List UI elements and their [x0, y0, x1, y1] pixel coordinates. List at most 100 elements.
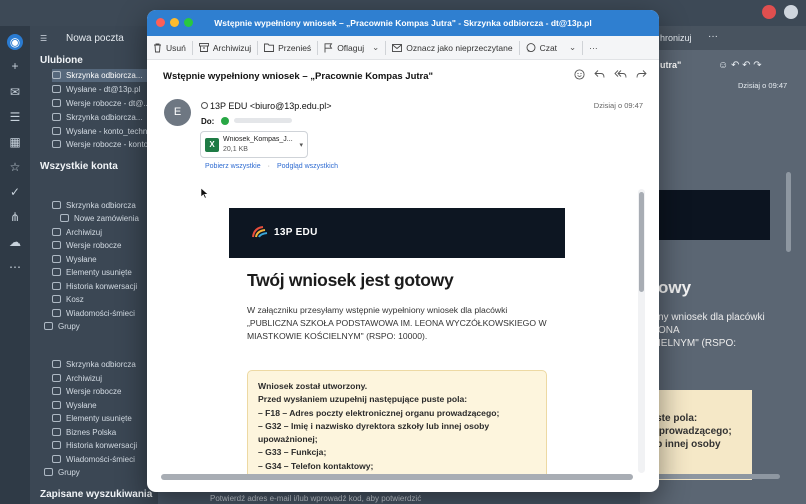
window-titlebar[interactable]: Wstępnie wypełniony wniosek – „Pracownie… — [147, 10, 659, 36]
new-mail-button[interactable]: Nowa poczta — [66, 32, 124, 45]
folder-item[interactable]: Archiwizuj — [52, 226, 102, 239]
reading-pane-text: ny wniosek dla placówki ONA IELNYM" (RSP… — [658, 312, 765, 349]
notice-line: – G33 – Funkcja; — [258, 447, 327, 458]
sidebar-toggle-icon[interactable]: ☰ — [40, 32, 47, 45]
folder-item[interactable]: Grupy — [44, 320, 80, 333]
sync-label[interactable]: hronizuj — [660, 33, 692, 43]
message-actions — [574, 69, 647, 80]
notice-line: – G32 – Imię i nazwisko dyrektora szkoły… — [258, 420, 490, 431]
chevron-down-icon[interactable]: ⌄ — [569, 42, 576, 53]
email-body: 13P EDU Twój wniosek jest gotowy W załąc… — [229, 208, 565, 478]
folder-sidebar: ☰ Nowa poczta Ulubione Skrzynka odbiorcz… — [30, 26, 158, 504]
folder-item[interactable]: Grupy — [44, 466, 80, 479]
close-window-icon[interactable] — [156, 18, 165, 27]
minimize-window-icon[interactable] — [170, 18, 179, 27]
more-icon[interactable]: ⋯ — [7, 259, 23, 275]
attachment[interactable]: X Wniosek_Kompas_J... 20,1 KB ▾ — [200, 131, 308, 158]
archive-icon — [198, 43, 209, 52]
folder-item[interactable]: Kosz — [52, 293, 84, 306]
download-all-link[interactable]: Pobierz wszystkie — [205, 163, 261, 170]
folder-item[interactable]: Nowe zamówienia — [60, 212, 139, 225]
favorite-item[interactable]: Skrzynka odbiorcza... — [52, 69, 158, 82]
folder-item[interactable]: Skrzynka odbiorcza — [52, 358, 136, 371]
excel-file-icon: X — [205, 138, 219, 152]
reply-actions-icon[interactable]: ☺ ↶ ↶ ↷ — [718, 60, 762, 71]
folder-item[interactable]: Elementy usunięte — [52, 412, 132, 425]
folder-item[interactable]: Wysłane — [52, 253, 97, 266]
contacts-icon[interactable]: ☰ — [7, 109, 23, 125]
notification-icon[interactable] — [762, 5, 776, 19]
flag-icon — [324, 42, 333, 52]
reading-pane-hscrollbar[interactable] — [640, 474, 780, 479]
sender-avatar[interactable]: E — [164, 99, 191, 126]
envelope-icon — [392, 43, 403, 52]
notice-line: upoważnionej; — [258, 434, 318, 445]
reading-pane-vscrollbar[interactable] — [786, 172, 791, 252]
calendar-icon[interactable]: ▦ — [7, 134, 23, 150]
reading-pane-subject: utra" — [660, 60, 682, 70]
email-notice: Wniosek został utworzony. Przed wysłanie… — [247, 370, 547, 478]
attachment-size: 20,1 KB — [223, 146, 248, 153]
archive-button[interactable]: Archiwizuj — [193, 36, 257, 60]
tasks-icon[interactable]: ✓ — [7, 184, 23, 200]
forward-icon[interactable] — [636, 69, 647, 79]
chat-icon — [526, 42, 536, 52]
cloud-icon[interactable]: ☁ — [7, 234, 23, 250]
app-rail: ◉ + ✉ ☰ ▦ ☆ ✓ ⋔ ☁ ⋯ — [0, 26, 30, 504]
message-toolbar: Usuń Archiwizuj Przenieś Oflaguj ⌄ Oznac… — [147, 36, 659, 60]
folder-item[interactable]: Biznes Polska — [52, 426, 116, 439]
sender[interactable]: 13P EDU <biuro@13p.edu.pl> — [201, 101, 332, 111]
folder-item[interactable]: Elementy usunięte — [52, 266, 132, 279]
saved-searches-heading[interactable]: Zapisane wyszukiwania — [40, 488, 152, 501]
favorite-item[interactable]: Wysłane - dt@13p.pl — [52, 83, 140, 96]
background-toolbar: hronizuj ··· — [640, 26, 806, 50]
globe-icon[interactable]: ◉ — [7, 34, 23, 50]
mail-icon[interactable]: ✉ — [7, 84, 23, 100]
folder-item[interactable]: Wiadomości-śmieci — [52, 453, 135, 466]
check-icon — [221, 117, 230, 125]
folder-item[interactable]: Wersje robocze — [52, 385, 121, 398]
reply-icon[interactable] — [594, 69, 605, 79]
chevron-down-icon[interactable]: ⌄ — [372, 42, 379, 53]
chevron-down-icon[interactable]: ▾ — [299, 141, 303, 149]
more-button[interactable]: ··· — [583, 36, 604, 60]
bell-icon[interactable] — [784, 5, 798, 19]
flag-button[interactable]: Oflaguj ⌄ — [318, 36, 385, 60]
all-accounts-heading[interactable]: Wszystkie konta — [40, 160, 118, 173]
plus-icon[interactable]: + — [7, 58, 23, 74]
folder-item[interactable]: Wersje robocze — [52, 239, 121, 252]
move-folder-icon — [264, 43, 275, 52]
folder-item[interactable]: Skrzynka odbiorcza — [52, 199, 136, 212]
preview-all-link[interactable]: Podgląd wszystkich — [277, 163, 338, 170]
folder-item[interactable]: Historia konwersacji — [52, 439, 137, 452]
zoom-window-icon[interactable] — [184, 18, 193, 27]
favorite-item[interactable]: Wersje robocze - dt@... — [52, 97, 150, 110]
emoji-reaction-icon[interactable] — [574, 69, 585, 80]
folder-item[interactable]: Historia konwersacji — [52, 280, 137, 293]
notice-line: Przed wysłaniem uzupełnij następujące pu… — [258, 394, 468, 405]
chat-button[interactable]: Czat ⌄ — [520, 36, 583, 60]
reply-all-icon[interactable] — [614, 69, 627, 79]
more-icon[interactable]: ··· — [708, 31, 718, 42]
recipient-redacted[interactable] — [234, 118, 293, 123]
notice-line: – F18 – Adres poczty elektronicznej orga… — [258, 407, 500, 418]
notice-line: – G34 – Telefon kontaktowy; — [258, 460, 374, 471]
attachment-links: Pobierz wszystkie · Podgląd wszystkich — [205, 163, 339, 170]
vertical-scrollbar[interactable] — [639, 192, 644, 292]
folder-item[interactable]: Wiadomości-śmieci — [52, 307, 135, 320]
bottom-hint: Potwierdź adres e-mail i/lub wprowadź ko… — [210, 494, 422, 503]
mark-unread-button[interactable]: Oznacz jako nieprzeczytane — [386, 36, 518, 60]
horizontal-scrollbar[interactable] — [161, 474, 633, 480]
network-icon[interactable]: ⋔ — [7, 209, 23, 225]
folder-item[interactable]: Archiwizuj — [52, 372, 102, 385]
star-icon[interactable]: ☆ — [7, 159, 23, 175]
move-button[interactable]: Przenieś — [258, 36, 317, 60]
delete-button[interactable]: Usuń — [147, 36, 192, 60]
favorite-item[interactable]: Wersje robocze - konto_... — [52, 138, 158, 151]
favorites-heading[interactable]: Ulubione — [40, 54, 83, 67]
favorite-item[interactable]: Wysłane - konto_techni... — [52, 125, 156, 138]
folder-item[interactable]: Wysłane — [52, 399, 97, 412]
reading-pane-banner — [640, 190, 770, 240]
favorite-item[interactable]: Skrzynka odbiorcza... — [52, 111, 142, 124]
message-date: Dzisiaj o 09:47 — [593, 101, 643, 110]
